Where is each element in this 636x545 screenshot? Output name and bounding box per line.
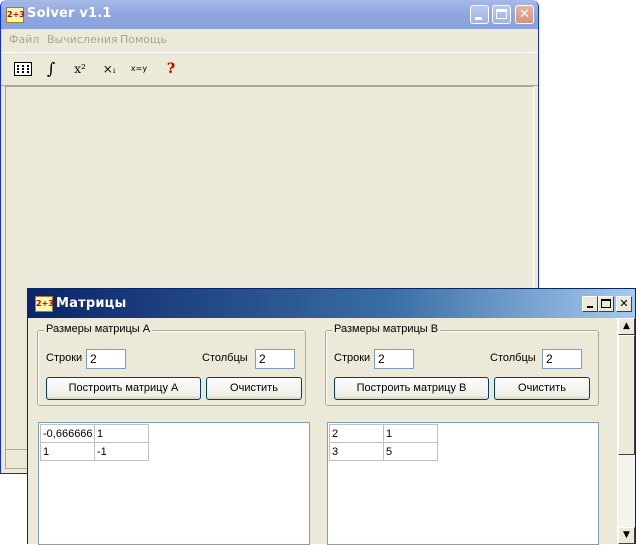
matrices-close-button[interactable]: ✕ [616, 296, 632, 312]
matrices-window-title: Матрицы [56, 296, 127, 311]
maximize-icon [496, 9, 507, 19]
arrow-down-icon: ▼ [623, 530, 630, 540]
arrow-up-icon: ▲ [623, 321, 630, 331]
matrix-a-cell[interactable]: 1 [40, 442, 95, 461]
table-row: 3 5 [329, 442, 438, 461]
matrices-minimize-button[interactable] [582, 296, 598, 312]
clear-matrix-a-button[interactable]: Очистить [206, 377, 302, 400]
matrix-a-cell[interactable]: -1 [94, 442, 149, 461]
maximize-button[interactable] [492, 5, 511, 24]
matrix-a-rows-label: Строки [46, 352, 83, 364]
table-row: 1 -1 [40, 442, 149, 461]
matrix-b-size-group: Размеры матрицы В Строки Столбцы Построи… [325, 323, 599, 406]
matrix-a-rows-field[interactable] [86, 349, 126, 369]
table-row: -0,666666 1 [40, 424, 149, 443]
power-tool-button[interactable]: x² [68, 57, 92, 81]
matrix-b-rows-field[interactable] [374, 349, 414, 369]
matrix-b-cell[interactable]: 2 [329, 424, 384, 443]
matrix-a-cols-label: Столбцы [202, 352, 248, 364]
scroll-up-button[interactable]: ▲ [618, 318, 635, 335]
table-row: 2 1 [329, 424, 438, 443]
equation-icon: x=y [130, 64, 148, 73]
matrix-a-size-group: Размеры матрицы А Строки Столбцы Построи… [37, 323, 306, 406]
menu-file[interactable]: Файл [9, 33, 39, 46]
scroll-down-button[interactable]: ▼ [618, 527, 635, 544]
matrix-a-cell[interactable]: -0,666666 [40, 424, 95, 443]
help-tool-button[interactable]: ? [159, 57, 183, 81]
matrix-b-cell[interactable]: 5 [383, 442, 438, 461]
minimize-icon [587, 306, 593, 308]
app-icon: 2+3 [6, 7, 25, 23]
matrix-a-cols-field[interactable] [255, 349, 295, 369]
help-icon: ? [166, 61, 176, 77]
matrices-maximize-button[interactable] [598, 296, 614, 312]
main-window-title: Solver v1.1 [27, 6, 112, 21]
power-icon: x² [74, 62, 86, 76]
menu-help[interactable]: Помощь [120, 33, 167, 46]
vertical-scrollbar[interactable]: ▲ ▼ [617, 318, 635, 544]
build-matrix-a-button[interactable]: Построить матрицу А [46, 377, 201, 400]
minimize-button[interactable] [470, 5, 489, 24]
maximize-icon [601, 299, 611, 308]
matrix-a-grid[interactable]: -0,666666 1 1 -1 [38, 422, 310, 545]
menu-bar: Файл Вычисления Помощь [1, 29, 538, 49]
clear-matrix-b-button[interactable]: Очистить [494, 377, 590, 400]
roots-tool-button[interactable]: ×ᵢ [97, 57, 121, 81]
matrix-b-cols-field[interactable] [542, 349, 582, 369]
matrices-title-bar[interactable]: 2+3 Матрицы ✕ [28, 289, 635, 318]
close-icon: ✕ [519, 7, 530, 22]
roots-icon: ×ᵢ [102, 62, 116, 76]
equation-tool-button[interactable]: x=y [127, 57, 151, 81]
matrix-b-cols-label: Столбцы [490, 352, 536, 364]
menu-calculations[interactable]: Вычисления [47, 33, 118, 46]
integral-tool-button[interactable]: ∫ [39, 57, 63, 81]
matrix-b-group-label: Размеры матрицы В [332, 323, 441, 335]
close-button[interactable]: ✕ [515, 5, 534, 24]
main-title-bar[interactable]: 2+3 Solver v1.1 ✕ [1, 0, 538, 29]
matrix-b-cell[interactable]: 3 [329, 442, 384, 461]
scroll-thumb[interactable] [618, 335, 635, 455]
toolbar: ∫ x² ×ᵢ x=y ? [1, 52, 538, 86]
matrices-app-icon: 2+3 [35, 296, 54, 312]
matrix-b-rows-label: Строки [334, 352, 371, 364]
matrix-b-table: 2 1 3 5 [329, 424, 438, 461]
close-icon: ✕ [619, 297, 629, 310]
matrices-window: 2+3 Матрицы ✕ Размеры матрицы А Строки С… [27, 288, 636, 545]
matrix-tool-button[interactable] [11, 57, 35, 81]
matrix-a-group-label: Размеры матрицы А [44, 323, 153, 335]
minimize-icon [475, 17, 482, 20]
integral-icon: ∫ [46, 59, 56, 78]
matrix-b-grid[interactable]: 2 1 3 5 [327, 422, 599, 545]
matrix-b-cell[interactable]: 1 [383, 424, 438, 443]
build-matrix-b-button[interactable]: Построить матрицу В [334, 377, 489, 400]
matrix-a-cell[interactable]: 1 [94, 424, 149, 443]
matrix-a-table: -0,666666 1 1 -1 [40, 424, 149, 461]
matrix-grid-icon [14, 62, 32, 76]
